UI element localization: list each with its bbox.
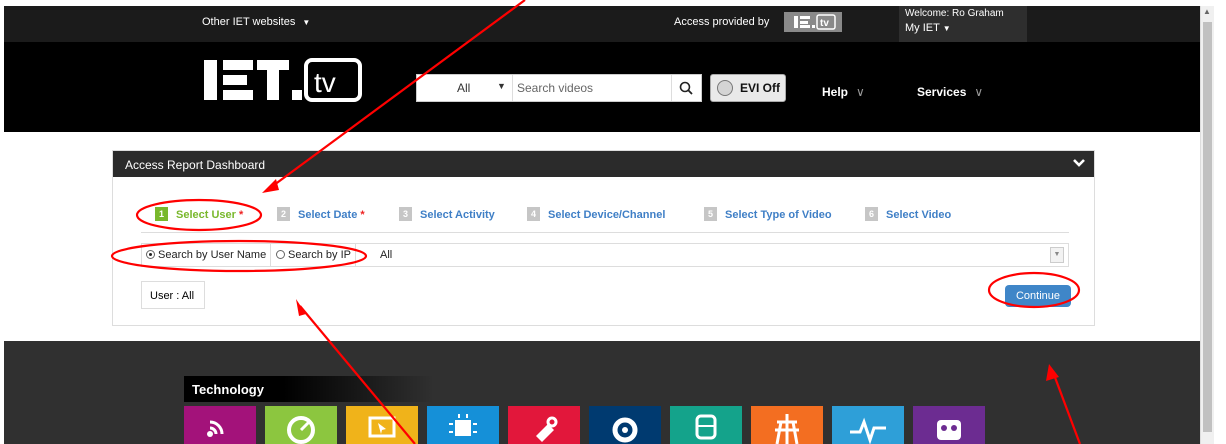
category-tile-tools-icon[interactable]	[508, 406, 580, 444]
evi-toggle[interactable]: EVI Off	[710, 74, 786, 102]
access-logo: tv	[784, 12, 842, 32]
evi-label: EVI Off	[740, 81, 781, 95]
technology-heading: Technology	[184, 376, 434, 402]
services-label: Services	[917, 85, 967, 99]
search-scope-select[interactable]: All ▼	[417, 75, 513, 101]
category-tile-owl-icon[interactable]	[913, 406, 985, 444]
chip-icon	[449, 414, 477, 436]
train-icon	[695, 414, 717, 440]
access-provided-label: Access provided by	[674, 16, 770, 28]
category-tile-broadcast-icon[interactable]	[184, 406, 256, 444]
step-select-video[interactable]: 6 Select Video	[865, 207, 951, 221]
gauge-icon	[287, 416, 315, 444]
radio-empty-icon	[276, 250, 285, 259]
help-menu[interactable]: Help ∨	[822, 85, 865, 99]
search-icon	[679, 81, 693, 95]
scrollbar-thumb[interactable]	[1203, 22, 1212, 432]
user-filter-bar: Search by User Name Search by IP All ▼	[141, 243, 1069, 267]
chevron-down-icon: ∨	[974, 85, 984, 99]
search-bar: All ▼ Search videos	[416, 74, 702, 102]
top-bar: Other IET websites ▼ Access provided by …	[4, 6, 1200, 42]
user-welcome[interactable]: Welcome: Ro Graham My IET ▼	[899, 6, 1027, 42]
other-sites-menu[interactable]: Other IET websites ▼	[202, 16, 310, 28]
pulse-icon	[850, 417, 886, 444]
step-select-type-of-video[interactable]: 5 Select Type of Video	[704, 207, 832, 221]
category-tile-gear-icon[interactable]	[589, 406, 661, 444]
caret-down-icon: ▼	[942, 24, 951, 33]
search-button[interactable]	[671, 75, 701, 101]
continue-button[interactable]: Continue	[1005, 285, 1071, 307]
search-input[interactable]: Search videos	[517, 81, 593, 95]
radio-search-by-ip[interactable]: Search by IP	[272, 244, 356, 266]
monitor-cursor-icon	[368, 416, 396, 438]
scroll-up-icon[interactable]: ▲	[1203, 7, 1211, 16]
step-select-date[interactable]: 2 Select Date *	[277, 207, 365, 221]
wizard-steps: 1 Select User * 2 Select Date * 3 Select Ac…	[141, 199, 1069, 233]
site-footer: Technology	[4, 341, 1200, 444]
category-tile-train-icon[interactable]	[670, 406, 742, 444]
iet-tv-logo[interactable]: tv	[200, 56, 364, 106]
dashboard-title: Access Report Dashboard	[125, 158, 266, 172]
user-select-value[interactable]: All	[380, 249, 392, 261]
category-tile-gauge-icon[interactable]	[265, 406, 337, 444]
my-iet-menu[interactable]: My IET ▼	[905, 22, 1027, 35]
category-tile-monitor-cursor-icon[interactable]	[346, 406, 418, 444]
gear-icon	[612, 417, 638, 443]
broadcast-icon	[207, 420, 224, 437]
selected-user-label: User : All	[141, 281, 205, 309]
access-report-dashboard: Access Report Dashboard 1 Select User * 2…	[112, 150, 1095, 326]
caret-down-icon: ▼	[302, 18, 311, 27]
owl-icon	[937, 420, 961, 440]
welcome-text: Welcome: Ro Graham	[905, 8, 1004, 19]
dropdown-arrow-icon[interactable]: ▼	[1050, 247, 1064, 263]
svg-text:tv: tv	[820, 18, 829, 29]
svg-text:tv: tv	[314, 67, 336, 98]
other-sites-label: Other IET websites	[202, 16, 296, 28]
step-select-activity[interactable]: 3 Select Activity	[399, 207, 495, 221]
site-header: tv All ▼ Search videos EVI Off Help ∨ Se…	[4, 42, 1200, 132]
dashboard-header[interactable]: Access Report Dashboard	[113, 151, 1094, 177]
screenshot-frame: Other IET websites ▼ Access provided by …	[0, 0, 1226, 444]
search-scope-value: All	[457, 81, 471, 95]
chevron-down-icon: ∨	[856, 85, 865, 99]
services-menu[interactable]: Services ∨	[917, 85, 983, 99]
tools-icon	[536, 416, 558, 442]
vertical-scrollbar[interactable]: ▲	[1200, 6, 1214, 444]
toggle-icon	[717, 80, 733, 96]
category-tile-pylon-icon[interactable]	[751, 406, 823, 444]
caret-down-icon: ▼	[497, 81, 506, 91]
radio-search-by-user-name[interactable]: Search by User Name	[142, 244, 272, 266]
step-select-user[interactable]: 1 Select User *	[155, 207, 243, 221]
browser-viewport: Other IET websites ▼ Access provided by …	[4, 6, 1200, 444]
category-tile-pulse-icon[interactable]	[832, 406, 904, 444]
radio-selected-icon	[146, 250, 155, 259]
pylon-icon	[775, 414, 799, 444]
help-label: Help	[822, 85, 849, 99]
category-tile-chip-icon[interactable]	[427, 406, 499, 444]
iet-tv-small-logo: tv	[794, 14, 836, 30]
chevron-down-icon[interactable]	[1072, 156, 1086, 170]
step-select-device-channel[interactable]: 4 Select Device/Channel	[527, 207, 665, 221]
